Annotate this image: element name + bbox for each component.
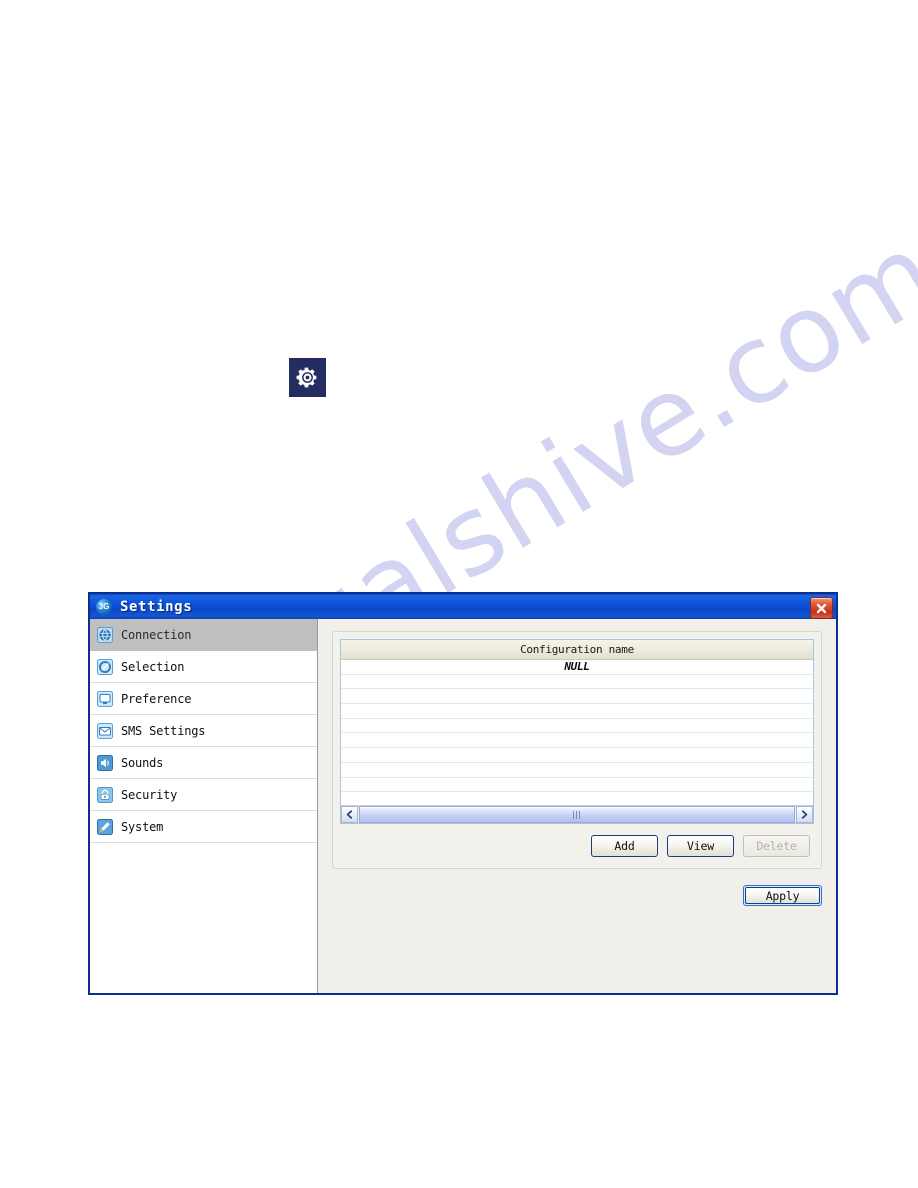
configuration-group: Configuration name NULL Add View Delete — [332, 631, 822, 869]
sidebar-item-preference[interactable]: Preference — [90, 683, 317, 715]
sidebar-item-connection[interactable]: Connection — [90, 619, 317, 651]
horizontal-scrollbar[interactable] — [341, 805, 813, 823]
settings-dialog: 3G Settings Connection Selection Prefere… — [88, 592, 838, 995]
list-action-buttons: Add View Delete — [340, 835, 814, 857]
chevron-right-icon[interactable] — [796, 806, 813, 823]
apply-button-row: Apply — [743, 885, 822, 906]
list-rows: NULL — [341, 660, 813, 805]
table-row[interactable] — [341, 719, 813, 734]
window-body: Connection Selection Preference SMS Sett… — [90, 619, 836, 993]
lock-security-icon — [96, 786, 113, 803]
add-button[interactable]: Add — [591, 835, 658, 857]
table-row[interactable] — [341, 763, 813, 778]
3g-globe-icon: 3G — [96, 598, 112, 615]
settings-content-pane: Configuration name NULL Add View Delete … — [318, 619, 836, 993]
speaker-sounds-icon — [96, 754, 113, 771]
sidebar-item-label: Preference — [121, 691, 192, 706]
network-selection-icon — [96, 658, 113, 675]
gear-icon — [289, 358, 326, 397]
sidebar-item-security[interactable]: Security — [90, 779, 317, 811]
globe-connection-icon — [96, 626, 113, 643]
view-button[interactable]: View — [667, 835, 734, 857]
monitor-preference-icon — [96, 690, 113, 707]
window-title: Settings — [120, 598, 193, 615]
chevron-left-icon[interactable] — [341, 806, 358, 823]
delete-button: Delete — [743, 835, 810, 857]
scrollbar-thumb[interactable] — [359, 806, 795, 823]
column-header-configuration-name: Configuration name — [520, 643, 634, 656]
table-row[interactable]: NULL — [341, 660, 813, 675]
settings-sidebar: Connection Selection Preference SMS Sett… — [90, 619, 318, 993]
sidebar-item-selection[interactable]: Selection — [90, 651, 317, 683]
table-row[interactable] — [341, 778, 813, 793]
table-row[interactable] — [341, 689, 813, 705]
cell-configuration-name: NULL — [564, 660, 590, 674]
apply-button-label: Apply — [745, 887, 820, 904]
tools-system-icon — [96, 818, 113, 835]
sidebar-item-label: SMS Settings — [121, 723, 206, 738]
sidebar-item-label: Connection — [121, 627, 192, 642]
table-row[interactable] — [341, 792, 813, 805]
sidebar-item-label: Sounds — [121, 755, 164, 770]
configuration-list[interactable]: Configuration name NULL — [340, 639, 814, 824]
sidebar-item-label: System — [121, 819, 164, 834]
table-row[interactable] — [341, 704, 813, 719]
table-row[interactable] — [341, 733, 813, 749]
close-icon[interactable] — [810, 597, 833, 619]
apply-button[interactable]: Apply — [743, 885, 822, 906]
window-titlebar[interactable]: 3G Settings — [88, 592, 838, 619]
sidebar-item-label: Selection — [121, 659, 185, 674]
table-row[interactable] — [341, 675, 813, 690]
sidebar-item-system[interactable]: System — [90, 811, 317, 843]
sidebar-item-sounds[interactable]: Sounds — [90, 747, 317, 779]
envelope-sms-icon — [96, 722, 113, 739]
sidebar-item-label: Security — [121, 787, 178, 802]
table-row[interactable] — [341, 748, 813, 763]
sidebar-item-sms-settings[interactable]: SMS Settings — [90, 715, 317, 747]
scrollbar-track[interactable] — [358, 806, 796, 823]
scrollbar-grip-icon — [572, 810, 582, 819]
list-header-row: Configuration name — [341, 640, 813, 660]
